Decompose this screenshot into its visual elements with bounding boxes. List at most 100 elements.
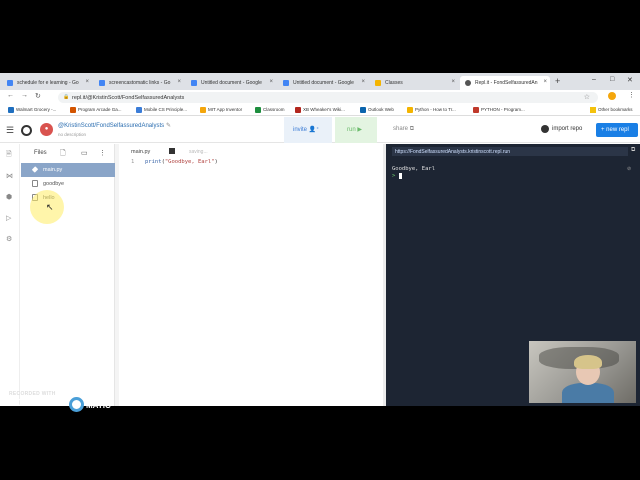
browser-tab[interactable]: schedule for e learning - Go × [2, 76, 92, 90]
clear-console-icon[interactable]: ⊘ [627, 166, 631, 172]
forward-icon[interactable]: → [21, 92, 28, 99]
import-repo-button[interactable]: import repo [541, 126, 582, 132]
browser-menu-icon[interactable]: ⋮ [628, 91, 635, 99]
pencil-icon[interactable]: ✎ [166, 122, 171, 129]
maximize-icon[interactable]: □ [610, 76, 614, 83]
url-text: repl.it/@KristinScott/FondSelfassuredAna… [72, 94, 185, 101]
code-string: "Goodbye, Earl" [164, 159, 215, 165]
file-item-main[interactable]: main.py [21, 163, 115, 177]
code-editor[interactable]: main.py saving... 1 print("Goodbye, Earl… [119, 144, 383, 406]
other-bookmarks[interactable]: Other bookmarks [590, 107, 633, 113]
bookmark[interactable]: Outlook Web [360, 107, 394, 113]
walmart-icon [8, 107, 14, 113]
lock-icon: 🔒 [63, 94, 70, 100]
close-icon[interactable]: × [451, 79, 455, 85]
console-prompt: > [392, 173, 396, 179]
bookmark-icon [473, 107, 479, 113]
star-icon[interactable]: ☆ [584, 93, 590, 101]
classroom-icon [375, 80, 381, 86]
python-file-icon [31, 166, 39, 173]
code-line[interactable]: print("Goodbye, Earl") [145, 159, 218, 165]
files-title: Files [34, 150, 47, 156]
console-output: Goodbye, Earl [392, 166, 436, 172]
minimize-icon[interactable]: – [592, 76, 596, 83]
tab-strip: schedule for e learning - Go × screencas… [0, 73, 640, 90]
watermark-matic: MATIC [86, 401, 111, 410]
bookmark[interactable]: Python - How to Tr... [407, 107, 456, 113]
extension-icon[interactable] [608, 92, 616, 100]
classroom-icon [255, 107, 261, 113]
more-icon[interactable]: ⋮ [99, 149, 106, 157]
file-item-goodbye[interactable]: goodbye [21, 177, 115, 191]
docs-icon [283, 80, 289, 86]
close-icon[interactable]: × [85, 79, 89, 85]
browser-tab[interactable]: screencastomatic links - Go × [94, 76, 184, 90]
browser-tab-active[interactable]: Repl.it - FondSelfassuredAn × [460, 76, 550, 90]
open-external-icon[interactable]: ⧉ [631, 147, 635, 154]
screencast-logo-icon [69, 397, 84, 412]
console-url[interactable]: https://FondSelfassuredAnalysts.kristins… [392, 147, 628, 156]
bookmark[interactable]: XB Wheaker's Wiki... [295, 107, 345, 113]
new-repl-button[interactable]: + new repl [596, 123, 638, 137]
app-inventor-icon [200, 107, 206, 113]
add-user-icon: 👤⁺ [308, 127, 320, 133]
debugger-icon[interactable]: ▷ [6, 214, 11, 222]
run-button[interactable]: run ▶ [335, 117, 377, 143]
share-nodes-icon[interactable]: ⋈ [6, 172, 13, 180]
bookmarks-bar: Walmart Grocery -... Program Arcade Ga..… [0, 105, 640, 116]
package-icon[interactable]: ⬢ [6, 193, 12, 201]
hamburger-icon[interactable]: ☰ [6, 125, 14, 136]
browser-tab[interactable]: Classes × [370, 76, 458, 90]
repl-name[interactable]: @KristinScott/FondSelfassuredAnalysts [58, 123, 164, 129]
bookmark[interactable]: Walmart Grocery -... [8, 107, 56, 113]
avatar[interactable]: ● [40, 123, 53, 136]
tab-title: Classes [385, 80, 403, 86]
close-icon[interactable]: × [269, 79, 273, 85]
replit-icon [465, 80, 471, 86]
activity-bar: 🗎 ⋈ ⬢ ▷ ⚙ [0, 144, 20, 406]
repl-description[interactable]: no description [58, 132, 86, 137]
editor-tab[interactable]: main.py [131, 149, 150, 155]
back-icon[interactable]: ← [7, 92, 14, 99]
add-file-icon[interactable]: 🗋 [60, 149, 66, 160]
close-window-icon[interactable]: ✕ [627, 76, 633, 84]
outlook-icon [360, 107, 366, 113]
bookmark[interactable]: Mobile CS Principle... [136, 107, 187, 113]
add-folder-icon[interactable]: ▭ [81, 149, 88, 157]
file-tab-icon [169, 148, 175, 154]
docs-icon [99, 80, 105, 86]
code-paren: ) [214, 159, 218, 165]
files-panel: Files 🗋 ▭ ⋮ main.py goodbye hello [21, 144, 115, 406]
docs-icon [7, 80, 13, 86]
line-number: 1 [131, 159, 135, 165]
bookmark[interactable]: MIT App Inventor [200, 107, 242, 113]
close-icon[interactable]: × [361, 79, 365, 85]
gear-icon[interactable]: ⚙ [6, 235, 12, 243]
watermark-recorded: RECORDED WITH [9, 391, 56, 397]
tab-title: Untitled document - Google [293, 80, 354, 86]
replit-logo-icon[interactable] [21, 125, 32, 136]
bookmark[interactable]: PYTHON - Program... [473, 107, 525, 113]
invite-button[interactable]: invite 👤⁺ [284, 117, 332, 143]
share-icon: ⧉ [409, 126, 414, 132]
bookmark[interactable]: Classroom [255, 107, 285, 113]
new-tab-icon[interactable]: + [555, 76, 560, 86]
python-icon [407, 107, 413, 113]
reload-icon[interactable]: ↻ [35, 92, 41, 100]
url-input[interactable]: 🔒 repl.it/@KristinScott/FondSelfassuredA… [58, 92, 598, 103]
close-icon[interactable]: × [543, 79, 547, 85]
docs-icon [191, 80, 197, 86]
close-icon[interactable]: × [177, 79, 181, 85]
tab-title: schedule for e learning - Go [17, 80, 79, 86]
save-status: saving... [189, 149, 208, 155]
browser-tab[interactable]: Untitled document - Google × [186, 76, 276, 90]
webcam-person-hair [574, 355, 602, 369]
tab-title: Untitled document - Google [201, 80, 262, 86]
file-icon[interactable]: 🗎 [6, 150, 12, 161]
code-function: print [145, 159, 162, 165]
browser-tab[interactable]: Untitled document - Google × [278, 76, 368, 90]
bookmark[interactable]: Program Arcade Ga... [70, 107, 122, 113]
console-caret [399, 173, 402, 179]
webcam-person-body [562, 383, 614, 403]
share-button[interactable]: share ⧉ [393, 126, 414, 133]
